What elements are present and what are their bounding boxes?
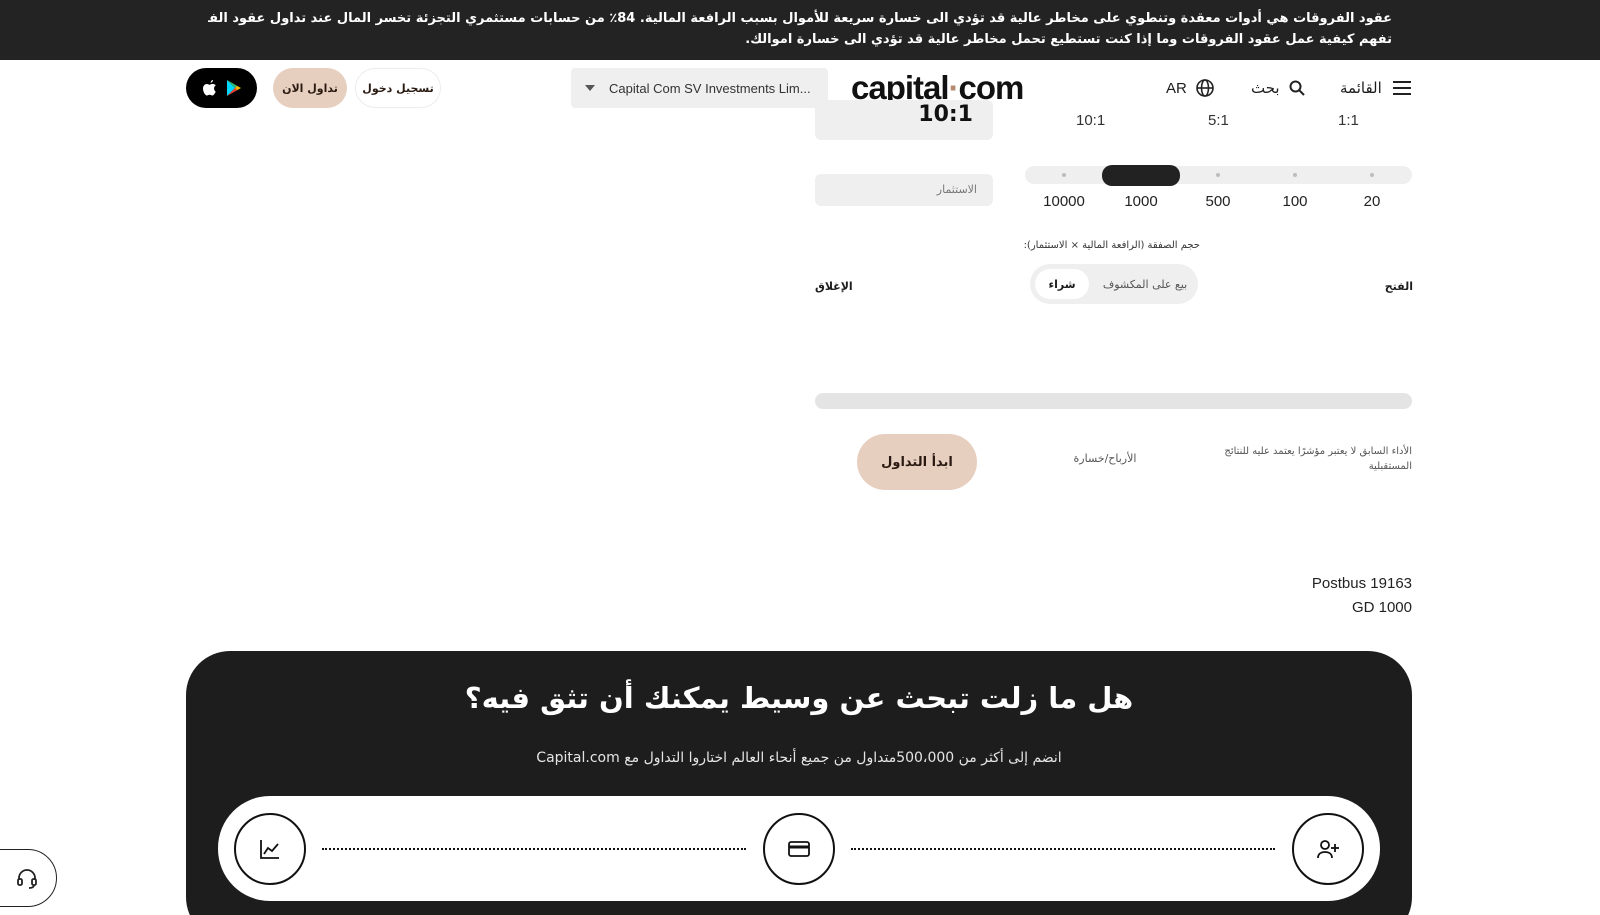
site-header: تداول الان تسجيل دخول Capital Com SV Inv… (0, 60, 1600, 116)
step-register (1292, 813, 1364, 885)
slider-tick (1370, 173, 1374, 177)
step-trade (234, 813, 306, 885)
trust-section: هل ما زلت تبحث عن وسيط يمكنك أن تثق فيه؟… (186, 651, 1412, 915)
buy-option[interactable]: شراء (1035, 269, 1089, 299)
address-line-1: Postbus 19163 (1311, 575, 1412, 592)
investment-option-20[interactable]: 20 (1364, 193, 1381, 210)
step-connector (322, 848, 746, 850)
address-line-2: GD 1000 (1351, 599, 1412, 616)
globe-icon (1196, 79, 1214, 97)
language-code: AR (1166, 79, 1187, 97)
leverage-option-5[interactable]: 5:1 (1208, 112, 1229, 129)
office-address: Postbus 19163 GD 1000 (1230, 572, 1412, 620)
step-fund (763, 813, 835, 885)
onboarding-steps (218, 796, 1380, 901)
headset-icon (17, 869, 37, 889)
open-label: الفتح (1384, 280, 1413, 293)
slider-tick (1216, 173, 1220, 177)
search-label: بحث (1251, 79, 1280, 97)
support-widget[interactable] (0, 849, 57, 907)
investment-slider-track[interactable] (1025, 166, 1412, 184)
hamburger-icon (1392, 81, 1411, 95)
language-selector[interactable]: AR (1166, 76, 1215, 100)
investment-option-500[interactable]: 500 (1205, 193, 1230, 210)
risk-warning-line-2: تفهم كيفية عمل عقود الفروقات وما إذا كنت… (745, 32, 1392, 47)
step-connector (851, 848, 1275, 850)
risk-warning-banner: عقود الفروقات هي أدوات معقدة وتنطوي على … (0, 0, 1600, 60)
search-button[interactable]: بحث (1251, 76, 1306, 100)
page-edge (1590, 60, 1600, 915)
menu-label: القائمة (1340, 79, 1382, 97)
login-button[interactable]: تسجيل دخول (355, 68, 441, 108)
investment-slider-thumb[interactable] (1102, 165, 1180, 186)
start-trading-button[interactable]: ابدأ التداول (857, 434, 977, 490)
close-label: الإغلاق (815, 280, 853, 293)
trust-subtitle: انضم إلى أكثر من 500،000متداول من جميع أ… (536, 750, 1062, 766)
chevron-down-icon (585, 85, 595, 91)
chart-line-icon (260, 840, 279, 859)
investment-input[interactable]: الاستثمار (815, 174, 993, 206)
trade-now-button[interactable]: تداول الان (273, 68, 347, 108)
price-range-bar (815, 393, 1412, 409)
credit-card-icon (788, 841, 810, 857)
entity-select[interactable]: Capital Com SV Investments Lim... (571, 68, 828, 108)
investment-option-10000[interactable]: 10000 (1043, 193, 1085, 210)
profit-loss-label: الأرباح/خسارة (1073, 452, 1137, 465)
trade-size-label: حجم الصفقة (الرافعة المالية × الاستثمار)… (1023, 240, 1200, 251)
slider-tick (1062, 173, 1066, 177)
leverage-display: 10:1 (815, 100, 993, 140)
investment-option-1000[interactable]: 1000 (1124, 193, 1157, 210)
user-plus-icon (1317, 840, 1339, 859)
past-performance-disclaimer: الأداء السابق لا يعتبر مؤشرًا يعتمد عليه… (1224, 446, 1412, 472)
trust-title: هل ما زلت تبحث عن وسيط يمكنك أن تثق فيه؟ (464, 681, 1134, 715)
google-play-icon (226, 80, 241, 96)
app-store-badge[interactable] (186, 68, 257, 108)
investment-option-100[interactable]: 100 (1282, 193, 1307, 210)
sell-option[interactable]: بيع على المكشوف (1096, 269, 1194, 299)
entity-select-value: Capital Com SV Investments Lim... (609, 80, 811, 96)
risk-warning-line-1: عقود الفروقات هي أدوات معقدة وتنطوي على … (208, 11, 1392, 26)
direction-toggle: شراء بيع على المكشوف (1030, 264, 1198, 304)
apple-icon (202, 80, 216, 96)
menu-button[interactable]: القائمة (1340, 76, 1412, 100)
search-icon (1289, 80, 1305, 96)
leverage-option-10[interactable]: 10:1 (1076, 112, 1105, 129)
leverage-option-1[interactable]: 1:1 (1338, 112, 1359, 129)
slider-tick (1293, 173, 1297, 177)
